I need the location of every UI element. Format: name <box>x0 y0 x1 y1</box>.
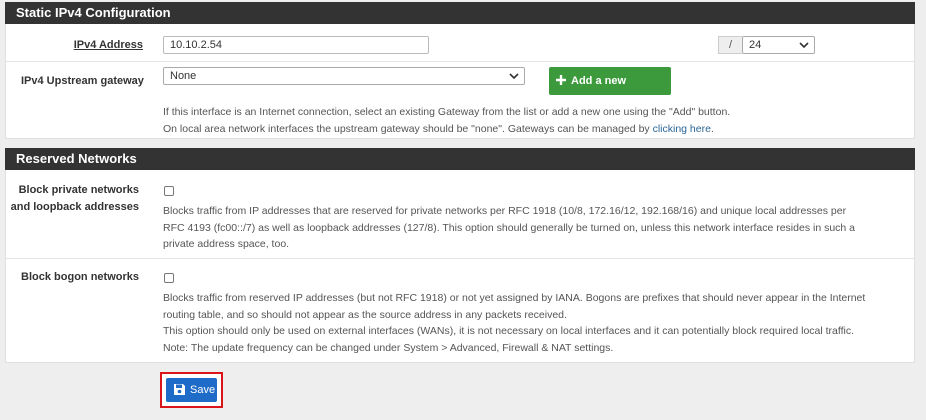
static-ipv4-panel: Static IPv4 Configuration IPv4 Address 1… <box>5 2 915 139</box>
gateway-help-line-1: If this interface is an Internet connect… <box>163 106 731 118</box>
gateways-link[interactable]: clicking here <box>653 123 711 135</box>
chevron-down-icon <box>509 73 519 80</box>
block-bogon-help-line-3: This option should only be used on exter… <box>163 325 855 337</box>
chevron-down-icon <box>799 42 809 49</box>
block-private-help-line-1: Blocks traffic from IP addresses that ar… <box>163 205 847 217</box>
reserved-networks-heading: Reserved Networks <box>5 148 915 170</box>
block-private-checkbox[interactable] <box>164 186 174 196</box>
block-private-help-line-3: private address space, too. <box>163 238 290 250</box>
block-private-label: Block private networks and loopback addr… <box>11 182 139 216</box>
save-button[interactable]: Save <box>166 378 217 402</box>
block-bogon-help-line-1: Blocks traffic from reserved IP addresse… <box>163 292 866 304</box>
ipv4-address-row: IPv4 Address 10.10.2.54 / 24 <box>6 24 914 62</box>
gateway-help-text: If this interface is an Internet connect… <box>163 104 903 137</box>
gateway-label: IPv4 Upstream gateway <box>21 75 144 87</box>
floppy-icon <box>174 384 185 395</box>
gateway-help-line-2: On local area network interfaces the ups… <box>163 121 903 138</box>
cidr-select[interactable]: 24 <box>742 36 815 54</box>
block-private-row: Block private networks and loopback addr… <box>6 170 914 259</box>
ipv4-address-label: IPv4 Address <box>73 39 143 51</box>
save-highlight-box: Save <box>160 372 223 408</box>
gateway-select[interactable]: None <box>163 67 525 85</box>
block-private-help-line-2: RFC 4193 (fc00::/7) as well as loopback … <box>163 221 856 234</box>
plus-icon <box>556 75 566 85</box>
block-bogon-row: Block bogon networks Blocks traffic from… <box>6 259 914 363</box>
block-bogon-help-line-2: routing table, and so should not appear … <box>163 308 567 321</box>
gateway-row: IPv4 Upstream gateway None Add a new gat… <box>6 62 914 138</box>
gateway-select-value: None <box>170 70 197 82</box>
block-private-help: Blocks traffic from IP addresses that ar… <box>163 203 908 253</box>
block-bogon-label: Block bogon networks <box>21 271 139 283</box>
gateway-help-line-2-prefix: On local area network interfaces the ups… <box>163 122 653 135</box>
gateway-help-line-2-suffix: . <box>710 122 714 135</box>
cidr-select-value: 24 <box>749 39 762 51</box>
block-private-label-line-1: Block private networks <box>18 184 139 196</box>
static-ipv4-heading: Static IPv4 Configuration <box>5 2 915 24</box>
block-bogon-help-line-4: Note: The update frequency can be change… <box>163 341 614 354</box>
cidr-slash-addon: / <box>718 36 742 54</box>
block-private-label-line-2: and loopback addresses <box>10 201 139 213</box>
block-bogon-checkbox[interactable] <box>164 273 174 283</box>
reserved-networks-panel: Reserved Networks Block private networks… <box>5 148 915 363</box>
save-label: Save <box>190 384 216 396</box>
ipv4-address-input[interactable]: 10.10.2.54 <box>163 36 429 54</box>
add-gateway-button[interactable]: Add a new gateway <box>549 67 671 115</box>
block-bogon-help: Blocks traffic from reserved IP addresse… <box>163 290 908 356</box>
